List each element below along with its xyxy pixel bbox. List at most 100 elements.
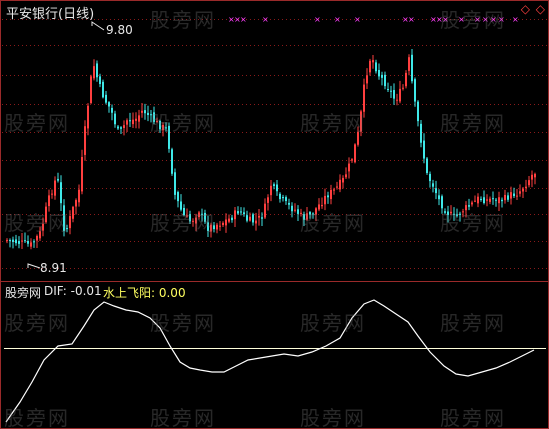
candle-body [204, 212, 206, 222]
candle-body [357, 131, 359, 145]
candle-body [441, 196, 443, 209]
candle-body [354, 144, 356, 163]
dif-curve [5, 299, 535, 423]
candle-body [162, 124, 164, 131]
candle-body [453, 213, 455, 215]
candle-body [78, 189, 80, 203]
candle-body [420, 123, 422, 143]
candle-body [111, 107, 113, 113]
candle-body [282, 196, 284, 199]
candle-body [168, 125, 170, 149]
candle-body [336, 186, 338, 188]
candle-body [426, 158, 428, 173]
signal-marker: × [262, 15, 269, 24]
candle-body [495, 199, 497, 201]
candle-body [153, 112, 155, 122]
candle-body [462, 211, 464, 213]
candle-body [504, 194, 506, 201]
candle-body [201, 213, 203, 215]
candle-body [372, 60, 374, 63]
candle-body [39, 231, 41, 239]
candle-body [417, 101, 419, 122]
candle-body [489, 198, 491, 202]
candle-body [255, 220, 257, 224]
candle-body [144, 110, 146, 114]
candle-body [75, 200, 77, 207]
candle-body [123, 125, 125, 129]
candle-body [225, 219, 227, 226]
candle-body [375, 62, 377, 72]
candle-body [234, 210, 236, 220]
candle-body [252, 214, 254, 223]
candle-body [513, 193, 515, 197]
candle-body [108, 102, 110, 107]
candle-body [12, 239, 14, 242]
candle-body [81, 157, 83, 192]
candle-body [222, 222, 224, 226]
candle-body [120, 127, 122, 129]
candle-body [324, 195, 326, 205]
candle-body [165, 127, 167, 129]
candle-body [36, 236, 38, 241]
candle-body [399, 88, 401, 102]
high-price-pointer [91, 21, 105, 31]
candle-body [294, 209, 296, 211]
candle-body [249, 216, 251, 221]
signal-marker: × [498, 15, 505, 24]
candle-body [507, 195, 509, 200]
candle-body [528, 180, 530, 186]
candle-body [300, 212, 302, 214]
candle-body [141, 110, 143, 113]
candle-body [396, 99, 398, 101]
candle-body [414, 79, 416, 102]
candle-body [132, 119, 134, 125]
candle-body [30, 242, 32, 247]
candle-body [288, 202, 290, 205]
candle-body [135, 118, 137, 121]
signal-marker: × [490, 15, 497, 24]
candle-body [180, 201, 182, 210]
candle-body [72, 206, 74, 219]
candle-body [174, 172, 176, 195]
candle-body [93, 66, 95, 79]
candle-body [387, 89, 389, 91]
candle-body [318, 204, 320, 210]
candle-body [45, 206, 47, 223]
candle-body [483, 197, 485, 204]
candle-body [342, 177, 344, 183]
candle-body [477, 196, 479, 204]
candle-body [516, 195, 518, 197]
stock-chart-window[interactable]: { "title": "平安银行(日线)", "corner_icons": "… [0, 0, 549, 429]
candle-body [360, 111, 362, 132]
candle-body [150, 114, 152, 116]
chart-canvas[interactable]: × × × × × × × × × × × × × × × × × × [0, 0, 549, 429]
candle-body [90, 76, 92, 104]
candle-body [156, 120, 158, 123]
candle-body [486, 199, 488, 201]
candle-body [432, 183, 434, 187]
candle-body [408, 57, 410, 71]
candle-body [60, 182, 62, 204]
candle-body [27, 241, 29, 244]
candle-body [216, 224, 218, 230]
shui-shang-fei-yang-label: 水上飞阳: 0.00 [103, 286, 186, 300]
candle-body [327, 195, 329, 198]
candle-body [384, 74, 386, 87]
candle-body [534, 173, 536, 178]
corner-diamond-icons[interactable]: ◇ ◇ [521, 2, 546, 16]
candle-body [21, 240, 23, 242]
candle-body [309, 212, 311, 215]
candle-body [363, 84, 365, 112]
candle-body [243, 212, 245, 215]
candle-body [531, 174, 533, 180]
candle-body [237, 211, 239, 214]
candle-body [105, 94, 107, 103]
candle-body [264, 203, 266, 218]
candle-body [228, 218, 230, 222]
candle-body [189, 214, 191, 222]
candle-body [9, 239, 11, 241]
signal-marker: × [458, 15, 465, 24]
candle-body [492, 198, 494, 200]
signal-marker: × [408, 15, 415, 24]
candle-body [54, 180, 56, 196]
